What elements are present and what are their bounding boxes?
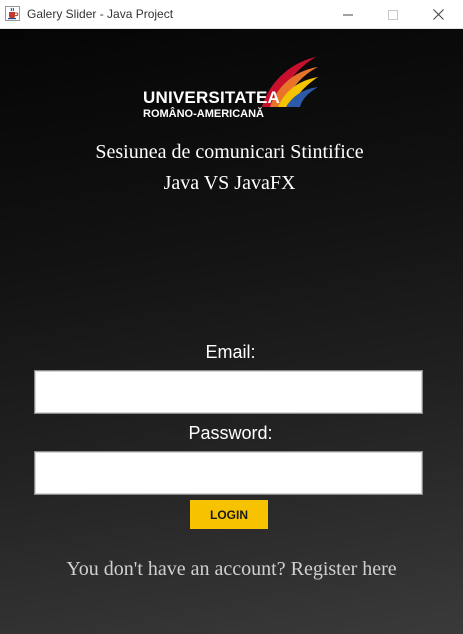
page-title: Sesiunea de comunicari Stintifice	[95, 141, 364, 163]
close-icon	[432, 9, 444, 20]
app-window: Galery Slider - Java Project UNIVERSITAT…	[0, 0, 463, 634]
page-subtitle: Java VS JavaFX	[163, 172, 296, 194]
java-cup-icon	[5, 6, 20, 21]
register-link[interactable]: You don't have an account? Register here	[0, 558, 463, 581]
logo-subname: ROMÂNO-AMERICANĂ	[143, 108, 264, 120]
maximize-icon	[388, 9, 398, 20]
window-title: Galery Slider - Java Project	[27, 7, 174, 21]
login-panel: UNIVERSITATEA ROMÂNO-AMERICANĂ Sesiunea …	[0, 29, 463, 634]
maximize-button[interactable]	[370, 0, 416, 29]
title-bar[interactable]: Galery Slider - Java Project	[0, 0, 463, 29]
minimize-icon	[343, 14, 353, 15]
email-label: Email:	[205, 342, 256, 362]
password-field[interactable]	[34, 451, 423, 495]
close-button[interactable]	[415, 0, 461, 29]
email-field[interactable]	[34, 370, 423, 414]
minimize-button[interactable]	[325, 0, 371, 29]
password-label: Password:	[188, 423, 273, 443]
university-logo: UNIVERSITATEA ROMÂNO-AMERICANĂ	[140, 55, 320, 125]
logo-name: UNIVERSITATEA	[143, 88, 281, 107]
login-button[interactable]: LOGIN	[190, 500, 268, 529]
